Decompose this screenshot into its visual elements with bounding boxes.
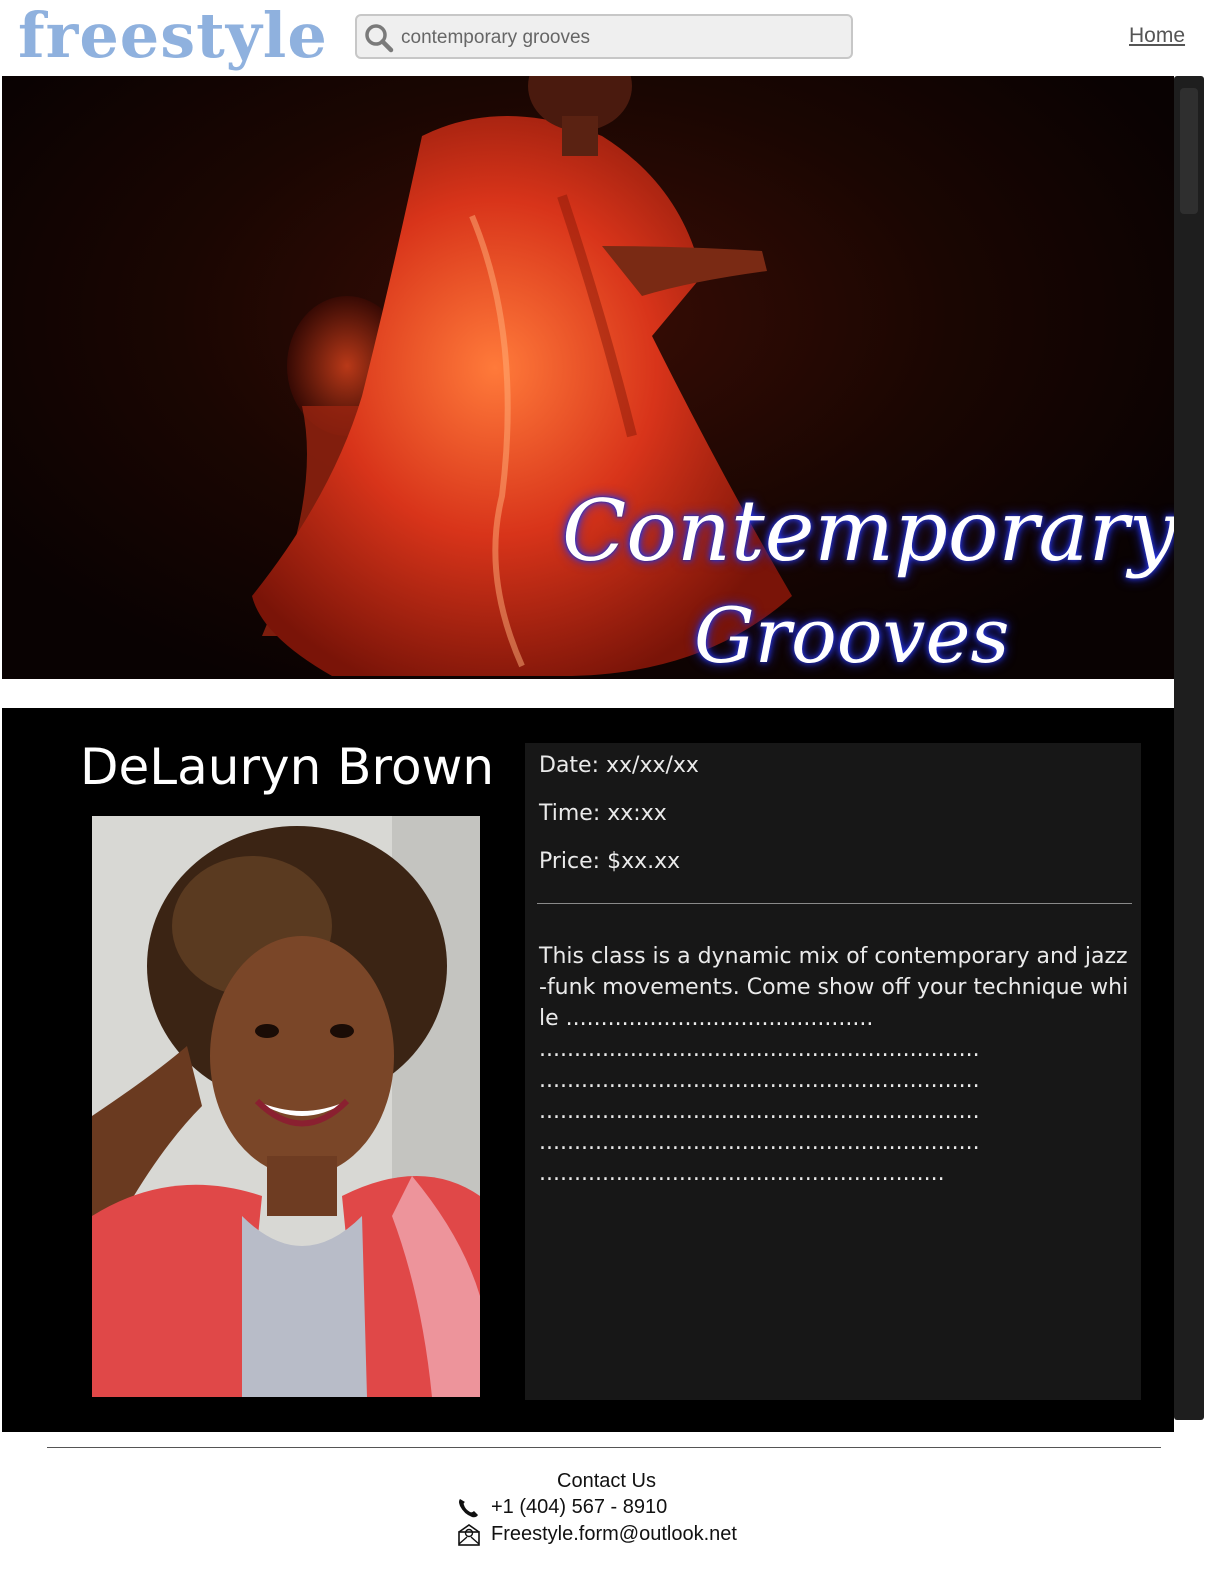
class-info-panel: Date: xx/xx/xx Time: xx:xx Price: $xx.xx… <box>525 743 1141 1400</box>
search-bar[interactable] <box>355 14 853 59</box>
phone-icon <box>459 1498 478 1517</box>
site-header: freestyle Home <box>0 0 1213 76</box>
instructor-name: DeLauryn Brown <box>80 738 495 796</box>
instructor-photo <box>92 816 480 1397</box>
email-icon <box>458 1523 480 1546</box>
class-time: Time: xx:xx <box>539 801 667 826</box>
info-divider <box>537 903 1132 904</box>
hero-title-line2: Grooves <box>694 591 1010 679</box>
contact-email-row: Freestyle.form@outlook.net <box>457 1523 737 1546</box>
hero-banner: Contemporary Grooves <box>2 76 1174 679</box>
scrollbar-thumb[interactable] <box>1180 88 1198 214</box>
class-description: This class is a dynamic mix of contempor… <box>539 944 1129 1186</box>
search-icon[interactable] <box>364 23 394 53</box>
class-date: Date: xx/xx/xx <box>539 753 699 778</box>
class-price: Price: $xx.xx <box>539 849 681 874</box>
search-input[interactable] <box>401 25 841 51</box>
footer-divider <box>47 1447 1161 1448</box>
class-details-section: DeLauryn Brown Date: xx/xx/xx Time: xx:x… <box>2 708 1174 1432</box>
contact-phone-row: +1 (404) 567 - 8910 <box>457 1496 667 1519</box>
hero-title: Contemporary Grooves <box>562 476 1174 679</box>
contact-title: Contact Us <box>557 1470 656 1492</box>
hero-title-line1: Contemporary <box>562 482 1174 580</box>
contact-phone[interactable]: +1 (404) 567 - 8910 <box>491 1496 667 1519</box>
freestyle-logo[interactable]: freestyle <box>18 0 328 74</box>
contact-email[interactable]: Freestyle.form@outlook.net <box>491 1523 737 1546</box>
home-link[interactable]: Home <box>1129 24 1185 48</box>
vertical-scrollbar[interactable] <box>1174 76 1204 1420</box>
